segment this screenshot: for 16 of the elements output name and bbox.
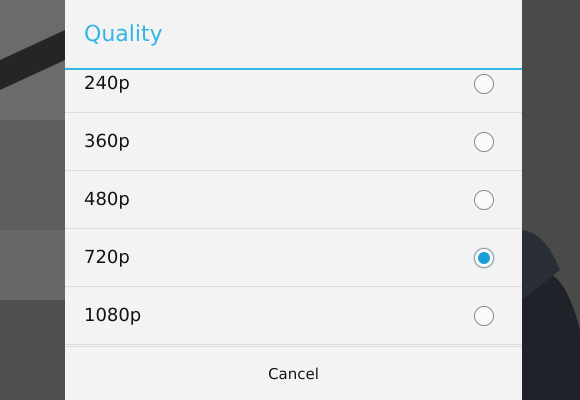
option-label: 1080p [84, 305, 142, 326]
radio-button[interactable] [474, 132, 494, 152]
option-label: 720p [84, 247, 130, 268]
option-label: 240p [84, 73, 130, 94]
radio-button[interactable] [474, 74, 494, 94]
option-row[interactable]: 480p [65, 171, 522, 229]
radio-button[interactable] [474, 190, 494, 210]
option-row[interactable]: 360p [65, 113, 522, 171]
option-row[interactable]: 720p [65, 229, 522, 287]
option-row[interactable]: 240p [65, 70, 522, 113]
option-label: 360p [84, 131, 130, 152]
radio-button[interactable] [474, 248, 494, 268]
dialog-title: Quality [65, 0, 522, 70]
option-label: 480p [84, 189, 130, 210]
radio-button[interactable] [474, 306, 494, 326]
option-row[interactable]: 1080p [65, 287, 522, 345]
